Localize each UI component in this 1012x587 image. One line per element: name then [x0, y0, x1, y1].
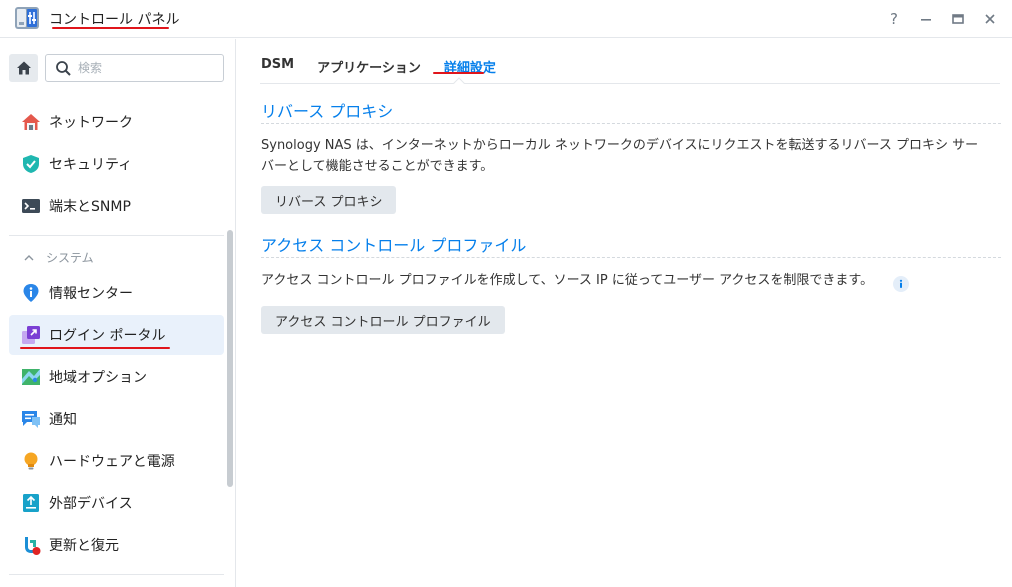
maximize-button[interactable] [946, 7, 970, 31]
sidebar-item-label: ログイン ポータル [49, 328, 166, 344]
sidebar-divider-bottom [9, 574, 224, 575]
sidebar-scrollbar[interactable] [227, 230, 233, 487]
close-button[interactable] [978, 7, 1002, 31]
access-control-button[interactable]: アクセス コントロール プロファイル [261, 306, 505, 334]
sidebar-item-label: 更新と復元 [49, 538, 119, 554]
search-icon [56, 61, 71, 76]
close-icon [985, 14, 995, 24]
tab-applications[interactable]: アプリケーション [317, 57, 421, 83]
sidebar-item-regional-options[interactable]: 地域オプション [9, 357, 224, 397]
reverse-proxy-description-line1: Synology NAS は、インターネットからローカル ネットワークのデバイス… [261, 138, 979, 153]
annotation-underline-tab [433, 72, 484, 74]
annotation-underline-title [52, 27, 169, 29]
update-restore-icon [20, 534, 42, 556]
tab-bar: DSM アプリケーション 詳細設定 [261, 57, 519, 83]
window-title: コントロール パネル [49, 12, 180, 28]
access-control-description: アクセス コントロール プロファイルを作成して、ソース IP に従ってユーザー … [261, 273, 874, 288]
reverse-proxy-description-line2: バーとして機能させることができます。 [261, 159, 494, 174]
sidebar-item-network[interactable]: ネットワーク [9, 102, 224, 142]
sidebar-item-label: 外部デバイス [49, 496, 133, 512]
maximize-icon [952, 14, 964, 24]
info-center-icon [20, 282, 42, 304]
sidebar-item-label: ハードウェアと電源 [49, 454, 175, 470]
annotation-underline-login-portal [20, 347, 170, 349]
regional-options-icon [20, 366, 42, 388]
sidebar-item-external-devices[interactable]: 外部デバイス [9, 483, 224, 523]
title-bar: コントロール パネル ? [0, 0, 1012, 38]
terminal-icon [20, 195, 42, 217]
window-controls: ? [882, 7, 1002, 31]
sidebar-item-login-portal[interactable]: ログイン ポータル [9, 315, 224, 355]
section-divider [261, 123, 1001, 124]
sidebar-item-notification[interactable]: 通知 [9, 399, 224, 439]
main-content: DSM アプリケーション 詳細設定 リバース プロキシ Synology NAS… [237, 39, 1012, 587]
sidebar-item-security[interactable]: セキュリティ [9, 144, 224, 184]
search-input[interactable] [78, 59, 218, 77]
minimize-icon [921, 19, 931, 21]
minimize-button[interactable] [914, 7, 938, 31]
network-icon [20, 111, 42, 133]
search-field[interactable] [45, 54, 224, 82]
sidebar-item-label: 通知 [49, 412, 77, 428]
tab-dsm[interactable]: DSM [261, 57, 294, 83]
reverse-proxy-title: リバース プロキシ [261, 102, 394, 121]
chevron-up-icon [24, 254, 34, 260]
sidebar-item-info-center[interactable]: 情報センター [9, 273, 224, 313]
reverse-proxy-button[interactable]: リバース プロキシ [261, 186, 397, 214]
login-portal-icon [20, 324, 42, 346]
sidebar-item-label: ネットワーク [49, 115, 133, 131]
sidebar-item-terminal-snmp[interactable]: 端末とSNMP [9, 186, 224, 226]
home-button[interactable] [9, 54, 38, 82]
sidebar-item-label: 端末とSNMP [49, 199, 131, 215]
tab-bar-line [260, 83, 1000, 84]
sidebar-section-label: システム [46, 251, 94, 265]
section-divider [261, 257, 1001, 258]
help-icon: ? [890, 10, 898, 28]
security-shield-icon [20, 153, 42, 175]
control-panel-window: コントロール パネル ? 検索 ネットワーク セキュリティ 端末とSNMP シス… [0, 0, 1012, 587]
sidebar: ネットワーク セキュリティ 端末とSNMP [0, 39, 236, 587]
sidebar-item-label: セキュリティ [49, 157, 133, 173]
sidebar-item-label: 地域オプション [49, 370, 147, 386]
external-device-icon [20, 492, 42, 514]
sidebar-item-hardware-power[interactable]: ハードウェアと電源 [9, 441, 224, 481]
reverse-proxy-description: Synology NAS は、インターネットからローカル ネットワークのデバイス… [261, 135, 978, 177]
sidebar-item-update-restore[interactable]: 更新と復元 [9, 525, 224, 565]
sidebar-divider [9, 235, 224, 236]
info-icon[interactable] [893, 276, 909, 292]
sidebar-item-label: 情報センター [49, 286, 133, 302]
hardware-power-icon [20, 450, 42, 472]
tab-advanced[interactable]: 詳細設定 [444, 57, 496, 83]
control-panel-app-icon [15, 7, 39, 29]
help-button[interactable]: ? [882, 7, 906, 31]
notification-icon [20, 408, 42, 430]
home-icon [16, 61, 31, 75]
access-control-title: アクセス コントロール プロファイル [261, 236, 527, 255]
sidebar-section-system[interactable]: システム [22, 249, 94, 266]
